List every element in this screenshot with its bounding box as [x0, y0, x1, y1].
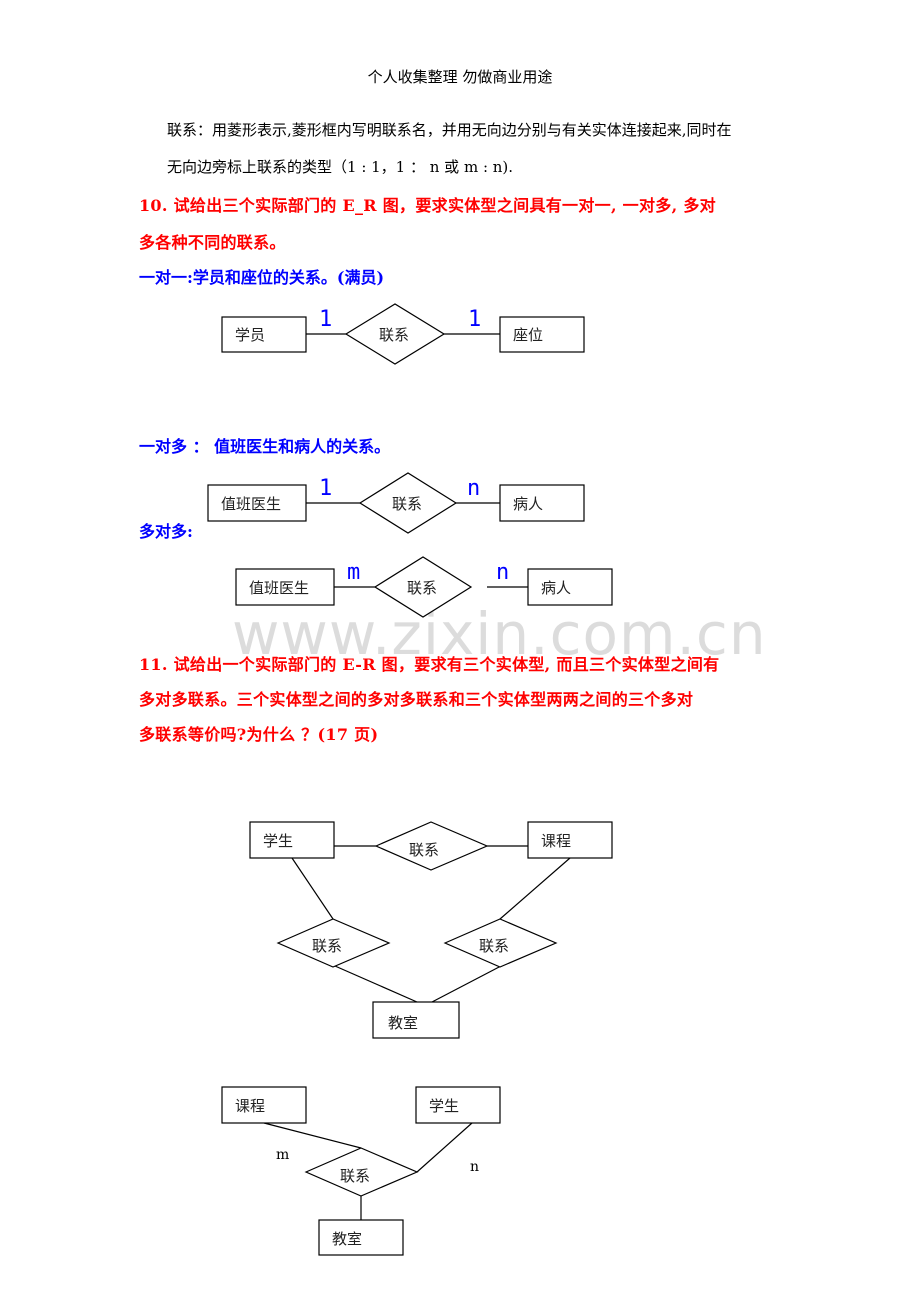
entity-label-patient: 病人 — [513, 495, 543, 513]
relationship-label: 联系 — [407, 579, 437, 597]
entity-label-course: 课程 — [235, 1097, 265, 1115]
intro-line-1: 联系：用菱形表示,菱形框内写明联系名，并用无向边分别与有关实体连接起来,同时在 — [167, 121, 732, 139]
entity-label-seat: 座位 — [513, 326, 543, 344]
entity-label-classroom: 教室 — [332, 1230, 362, 1248]
relationship-label-right: 联系 — [479, 937, 509, 955]
cardinality-right: n — [496, 560, 509, 585]
er-diagram-binary-three: 学生 课程 联系 联系 联系 教室 — [249, 821, 613, 1039]
relationship-label: 联系 — [392, 495, 422, 513]
cardinality-left: 1 — [319, 476, 332, 501]
edge — [263, 1122, 362, 1149]
question-11-line-2: 多对多联系。三个实体型之间的多对多联系和三个实体型两两之间的三个多对 — [139, 690, 694, 709]
relationship-label-top: 联系 — [409, 841, 439, 859]
cardinality-n: n — [470, 1159, 479, 1175]
entity-label-classroom: 教室 — [388, 1014, 418, 1032]
er-diagram-many-to-many: 值班医生 联系 病人 m n — [235, 556, 613, 618]
relationship-label: 联系 — [379, 326, 409, 344]
entity-label-doctor: 值班医生 — [221, 495, 281, 513]
question-10-line-1: 10. 试给出三个实际部门的 E_R 图，要求实体型之间具有一对一, 一对多, … — [139, 196, 716, 215]
entity-label-student: 学生 — [263, 832, 293, 850]
relationship-label-left: 联系 — [312, 937, 342, 955]
page-header: 个人收集整理 勿做商业用途 — [367, 68, 553, 86]
entity-label-doctor: 值班医生 — [249, 579, 309, 597]
many-to-many-heading: 多对多: — [139, 522, 193, 541]
cardinality-m: m — [276, 1147, 289, 1163]
entity-label-patient: 病人 — [541, 579, 571, 597]
edge — [416, 1122, 473, 1173]
question-10-line-2: 多各种不同的联系。 — [139, 233, 286, 252]
question-11-line-1: 11. 试给出一个实际部门的 E-R 图，要求有三个实体型, 而且三个实体型之间… — [139, 655, 720, 674]
cardinality-left: 1 — [319, 307, 332, 332]
er-diagram-one-to-many: 值班医生 联系 病人 1 n — [207, 472, 585, 534]
edge — [291, 857, 334, 920]
edge — [499, 857, 571, 920]
cardinality-right: 1 — [468, 307, 481, 332]
one-to-one-heading: 一对一:学员和座位的关系。(满员) — [139, 268, 385, 287]
er-diagram-ternary: 课程 学生 联系 教室 m n — [221, 1086, 501, 1256]
entity-label-student: 学生 — [429, 1097, 459, 1115]
relationship-label: 联系 — [340, 1167, 370, 1185]
entity-label-student: 学员 — [235, 326, 265, 344]
edge — [431, 965, 502, 1003]
question-11-line-3: 多联系等价吗?为什么 ？(17 页) — [139, 725, 379, 744]
one-to-many-heading: 一对多 ： 值班医生和病人的关系。 — [139, 437, 391, 456]
er-diagram-one-to-one: 学员 联系 座位 1 1 — [221, 303, 585, 365]
intro-line-2: 无向边旁标上联系的类型（1 : 1，1 ： n 或 m : n). — [167, 158, 514, 176]
cardinality-left: m — [347, 560, 360, 585]
cardinality-right: n — [467, 476, 480, 501]
entity-label-course: 课程 — [541, 832, 571, 850]
edge — [334, 965, 418, 1003]
